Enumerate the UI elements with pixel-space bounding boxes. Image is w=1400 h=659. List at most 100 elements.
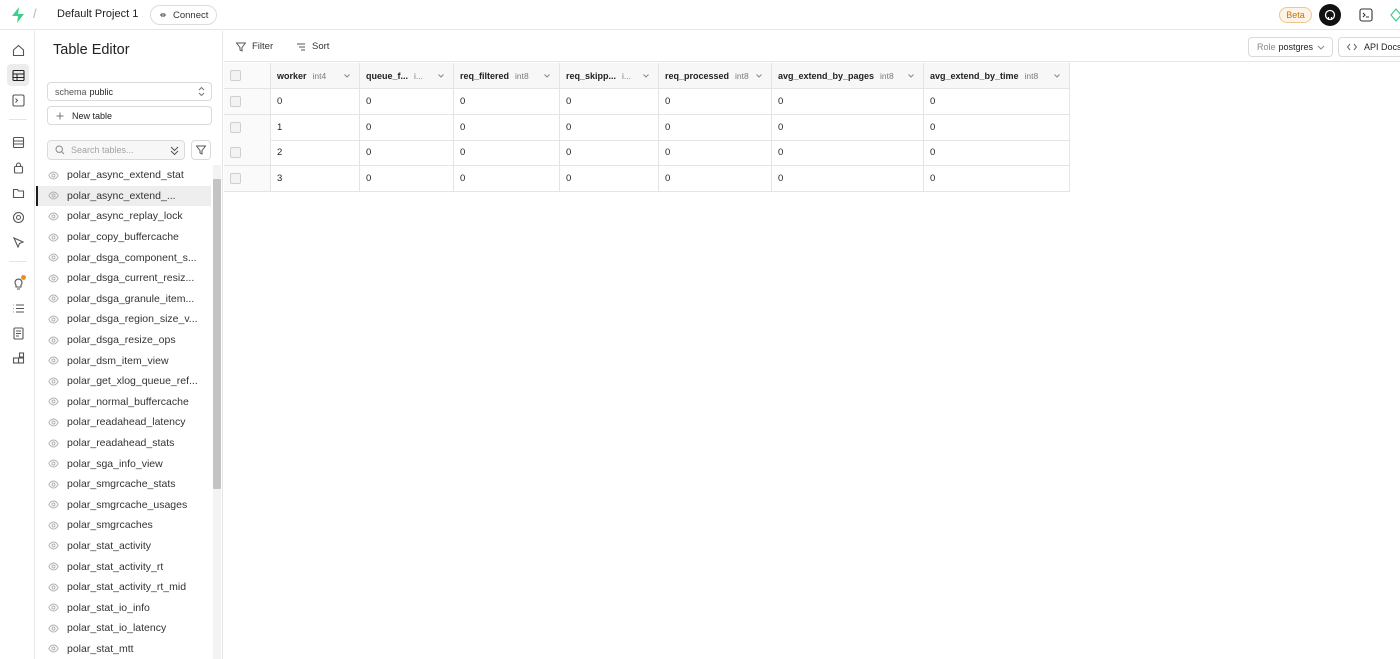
table-cell[interactable]: 0 [772,140,924,167]
advisors-bulb-icon[interactable] [7,272,29,294]
table-cell[interactable]: 0 [454,89,560,115]
table-cell[interactable]: 0 [560,114,659,141]
table-cell[interactable]: 0 [560,89,659,115]
assistant-icon[interactable] [1390,8,1400,22]
column-header[interactable]: avg_extend_by_pages int8 [772,63,924,89]
table-row[interactable]: 3000000 [224,165,1070,192]
avatar[interactable] [1319,4,1341,26]
table-cell[interactable]: 0 [772,165,924,192]
sql-editor-icon[interactable] [7,89,29,111]
table-cell[interactable]: 0 [659,114,772,141]
sidebar-table-item[interactable]: polar_get_xlog_queue_ref... [36,371,211,392]
sidebar-table-item[interactable]: polar_smgrcaches [36,515,211,536]
column-header[interactable]: req_skipp... i... [560,63,659,89]
sidebar-table-item[interactable]: polar_stat_io_info [36,597,211,618]
table-cell[interactable]: 0 [924,89,1070,115]
sidebar-table-item[interactable]: polar_stat_activity_rt_mid [36,577,211,598]
table-row[interactable]: 1000000 [224,114,1070,141]
search-input[interactable] [71,145,161,155]
row-checkbox[interactable] [230,96,241,107]
storage-icon[interactable] [7,181,29,203]
home-icon[interactable] [7,39,29,61]
column-header[interactable]: avg_extend_by_time int8 [924,63,1070,89]
search-box[interactable] [47,140,185,160]
sidebar-table-item[interactable]: polar_normal_buffercache [36,392,211,413]
sidebar-table-item[interactable]: polar_stat_activity [36,536,211,557]
logs-list-icon[interactable] [7,297,29,319]
role-select[interactable]: Role postgres [1248,37,1333,57]
sidebar-table-item[interactable]: polar_stat_mtt [36,639,211,659]
select-all-checkbox[interactable] [230,70,241,81]
database-icon[interactable] [7,131,29,153]
chevron-down-icon[interactable] [343,72,351,80]
table-cell[interactable]: 0 [560,140,659,167]
chevron-down-icon[interactable] [642,72,650,80]
column-header[interactable]: queue_f... i... [360,63,454,89]
table-cell[interactable]: 0 [772,89,924,115]
sidebar-table-item[interactable]: polar_dsga_component_s... [36,247,211,268]
sidebar-table-item[interactable]: polar_readahead_stats [36,433,211,454]
table-cell[interactable]: 0 [360,165,454,192]
new-table-button[interactable]: New table [47,106,212,125]
sidebar-table-item[interactable]: polar_dsga_region_size_v... [36,309,211,330]
table-cell[interactable]: 0 [659,140,772,167]
chevron-down-icon[interactable] [170,145,179,156]
connect-button[interactable]: Connect [150,5,218,25]
table-cell[interactable]: 0 [360,114,454,141]
row-checkbox[interactable] [230,147,241,159]
table-cell[interactable]: 0 [560,165,659,192]
table-row[interactable]: 2000000 [224,140,1070,167]
sidebar-table-item[interactable]: polar_smgrcache_usages [36,495,211,516]
table-editor-icon[interactable] [7,64,29,86]
table-cell[interactable]: 0 [924,165,1070,192]
realtime-icon[interactable] [7,231,29,253]
table-cell[interactable]: 0 [360,140,454,167]
sidebar-table-item[interactable]: polar_stat_activity_rt [36,556,211,577]
table-cell[interactable]: 2 [271,140,360,167]
table-cell[interactable]: 0 [454,114,560,141]
row-checkbox[interactable] [230,172,241,184]
sidebar-table-item[interactable]: polar_async_extend_... [36,185,211,207]
row-checkbox[interactable] [230,121,241,133]
sort-button[interactable]: Sort [296,41,329,52]
column-header[interactable]: worker int4 [271,63,360,89]
auth-lock-icon[interactable] [7,156,29,178]
beta-badge[interactable]: Beta [1279,7,1312,23]
table-cell[interactable]: 0 [772,114,924,141]
schema-select[interactable]: schema public [47,82,212,101]
integrations-icon[interactable] [7,347,29,369]
table-cell[interactable]: 0 [924,140,1070,167]
sidebar-table-item[interactable]: polar_dsm_item_view [36,350,211,371]
column-header[interactable]: req_filtered int8 [454,63,560,89]
table-cell[interactable]: 0 [659,165,772,192]
table-row[interactable]: 0000000 [224,89,1070,115]
column-header[interactable]: req_processed int8 [659,63,772,89]
table-cell[interactable]: 0 [271,89,360,115]
table-cell[interactable]: 0 [454,165,560,192]
api-docs-button[interactable]: API Docs [1338,37,1400,57]
chevron-down-icon[interactable] [755,72,763,80]
table-cell[interactable]: 1 [271,114,360,141]
table-cell[interactable]: 0 [924,114,1070,141]
chevron-down-icon[interactable] [543,72,551,80]
sidebar-table-item[interactable]: polar_dsga_resize_ops [36,330,211,351]
sidebar-table-item[interactable]: polar_stat_io_latency [36,618,211,639]
table-cell[interactable]: 0 [454,140,560,167]
sidebar-table-item[interactable]: polar_dsga_current_resiz... [36,268,211,289]
table-cell[interactable]: 0 [360,89,454,115]
sidebar-table-item[interactable]: polar_sga_info_view [36,453,211,474]
sidebar-table-item[interactable]: polar_copy_buffercache [36,227,211,248]
chevron-down-icon[interactable] [1053,72,1061,80]
chevron-down-icon[interactable] [907,72,915,80]
project-name[interactable]: Default Project 1 [57,8,138,20]
sidebar-table-item[interactable]: polar_async_extend_stat [36,165,211,186]
sidebar-table-item[interactable]: polar_smgrcache_stats [36,474,211,495]
sidebar-scrollbar-thumb[interactable] [213,179,221,489]
filter-button[interactable]: Filter [236,41,273,52]
table-cell[interactable]: 3 [271,165,360,192]
functions-icon[interactable] [7,206,29,228]
sidebar-table-item[interactable]: polar_dsga_granule_item... [36,289,211,310]
chevron-down-icon[interactable] [437,72,445,80]
supabase-logo-icon[interactable] [10,6,26,24]
table-cell[interactable]: 0 [659,89,772,115]
